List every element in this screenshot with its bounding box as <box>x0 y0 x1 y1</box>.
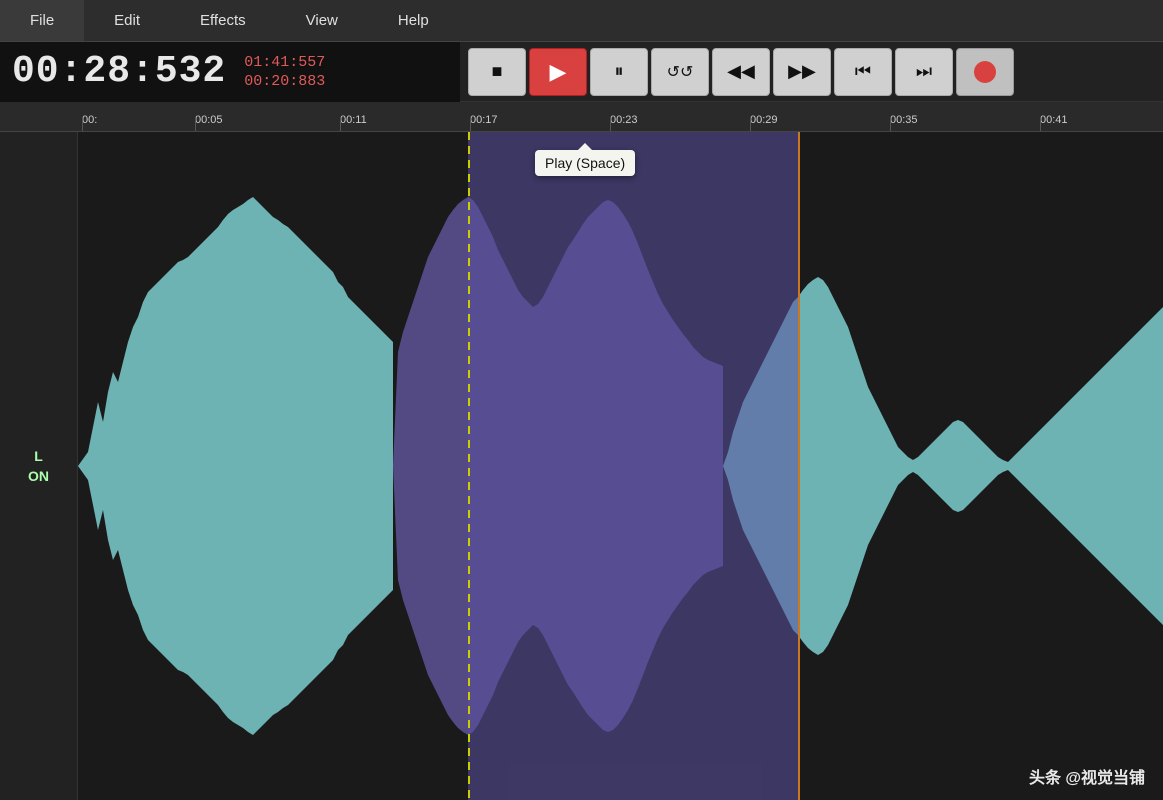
ruler-label-3: 00:17 <box>470 114 498 126</box>
transport-row: 00:28:532 01:41:557 00:20:883 ■ ▶ ⏸ ↺↺ ◀… <box>0 42 1163 102</box>
record-dot <box>974 61 996 83</box>
ruler-tick <box>750 117 751 131</box>
timer-block: 00:28:532 01:41:557 00:20:883 <box>0 42 460 102</box>
ruler-label-0: 00: <box>82 114 97 126</box>
ruler-tick <box>890 117 891 131</box>
sub-times: 01:41:557 00:20:883 <box>244 54 325 90</box>
menu-file[interactable]: File <box>0 0 84 41</box>
sub-time-2: 00:20:883 <box>244 73 325 90</box>
ruler-label-2: 00:11 <box>340 114 367 126</box>
pause-button[interactable]: ⏸ <box>590 48 648 96</box>
waveform-area[interactable]: L ON <box>0 132 1163 800</box>
pause-icon: ⏸ <box>615 61 624 82</box>
ruler-label-7: 00:41 <box>1040 114 1068 126</box>
menu-view[interactable]: View <box>276 0 368 41</box>
channel-panel: L ON <box>0 132 78 800</box>
menu-effects[interactable]: Effects <box>170 0 276 41</box>
ruler-label-4: 00:23 <box>610 114 638 126</box>
skip-start-icon: ⏮ <box>855 61 871 82</box>
fast-forward-button[interactable]: ▶▶ <box>773 48 831 96</box>
sub-time-1: 01:41:557 <box>244 54 325 71</box>
menu-bar: File Edit Effects View Help <box>0 0 1163 42</box>
loop-button[interactable]: ↺↺ <box>651 48 709 96</box>
waveform-canvas[interactable] <box>78 132 1163 800</box>
transport-buttons: ■ ▶ ⏸ ↺↺ ◀◀ ▶▶ ⏮ ⏭ <box>460 42 1163 102</box>
menu-edit[interactable]: Edit <box>84 0 170 41</box>
ruler-label-5: 00:29 <box>750 114 778 126</box>
loop-icon: ↺↺ <box>667 62 694 82</box>
ruler-tick <box>610 117 611 131</box>
ruler-tick <box>1040 117 1041 131</box>
waveform-svg <box>78 132 1163 800</box>
ruler-tick <box>82 117 83 131</box>
ruler-tick <box>340 117 341 131</box>
skip-end-icon: ⏭ <box>916 61 932 82</box>
rewind-icon: ◀◀ <box>727 61 755 82</box>
stop-icon: ■ <box>492 61 503 82</box>
fast-forward-icon: ▶▶ <box>788 61 816 82</box>
ruler-tick <box>470 117 471 131</box>
menu-help[interactable]: Help <box>368 0 459 41</box>
channel-status: ON <box>28 468 49 484</box>
play-button[interactable]: ▶ <box>529 48 587 96</box>
play-icon: ▶ <box>550 59 567 85</box>
rewind-button[interactable]: ◀◀ <box>712 48 770 96</box>
skip-start-button[interactable]: ⏮ <box>834 48 892 96</box>
stop-button[interactable]: ■ <box>468 48 526 96</box>
channel-label-l: L <box>34 448 43 464</box>
main-time-display: 00:28:532 <box>12 50 226 93</box>
ruler-tick <box>195 117 196 131</box>
ruler-label-1: 00:05 <box>195 114 223 126</box>
timeline-ruler: 00: 00:05 00:11 00:17 00:23 00:29 00:35 … <box>0 102 1163 132</box>
record-button[interactable] <box>956 48 1014 96</box>
ruler-label-6: 00:35 <box>890 114 918 126</box>
skip-end-button[interactable]: ⏭ <box>895 48 953 96</box>
watermark: 头条 @视觉当铺 <box>1029 764 1145 788</box>
play-tooltip: Play (Space) <box>535 150 635 176</box>
